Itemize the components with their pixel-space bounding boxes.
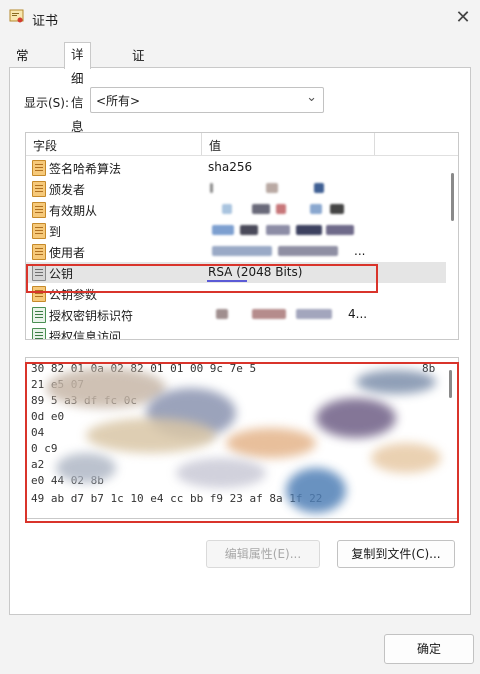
redacted-value [278,246,338,256]
list-row-authority-info-access[interactable]: 授权信息访问 [26,325,446,340]
value-underline [207,280,247,282]
chevron-down-icon: ⌄ [306,90,317,105]
show-label: 显示(S): [24,96,70,110]
list-header: 字段 值 [26,133,458,156]
extension-field-icon [32,307,46,323]
redacted-value [330,204,344,214]
list-row-valid-to[interactable]: 到 [26,220,446,241]
list-row-valid-from[interactable]: 有效期从 [26,199,446,220]
redacted-value [266,183,278,193]
row-field-name: 授权密钥标识符 [49,309,134,323]
certificate-field-icon [32,181,46,197]
field-list[interactable]: 字段 值 签名哈希算法 sha256 颁发者 有效期从 到 使用者 ... 公钥… [25,132,459,340]
certificate-field-icon [32,223,46,239]
row-field-value: 4... [348,307,368,321]
redacted-value [296,309,332,319]
list-row-signature-hash[interactable]: 签名哈希算法 sha256 [26,157,446,178]
column-header-value[interactable]: 值 [209,137,221,154]
show-dropdown-value: <所有> [96,94,141,108]
details-panel: 显示(S): <所有> ⌄ 字段 值 签名哈希算法 sha256 颁发者 有效期… [9,67,471,615]
list-row-subject[interactable]: 使用者 ... [26,241,446,262]
certificate-icon [9,9,24,23]
redacted-value [212,225,234,235]
certificate-field-icon [32,202,46,218]
close-icon[interactable]: ✕ [448,5,478,31]
extension-field-icon [32,328,46,339]
row-field-name: 到 [49,225,62,239]
row-field-name: 使用者 [49,246,86,260]
redacted-value [314,183,324,193]
edit-properties-button[interactable]: 编辑属性(E)... [206,540,320,568]
certificate-field-icon [32,160,46,176]
list-row-authority-key-id[interactable]: 授权密钥标识符 4... [26,304,446,325]
redacted-value [296,225,322,235]
row-field-name: 签名哈希算法 [49,162,122,176]
redacted-value [326,225,354,235]
hex-highlight-box [25,362,459,523]
column-header-field[interactable]: 字段 [33,137,57,154]
redacted-value [240,225,258,235]
copy-to-file-button[interactable]: 复制到文件(C)... [337,540,455,568]
redacted-value [310,204,322,214]
column-divider[interactable] [374,133,375,155]
tab-general[interactable]: 常规 [10,44,35,87]
row-field-name: 授权信息访问 [49,330,122,340]
window-title: 证书 [32,14,59,29]
ok-button[interactable]: 确定 [384,634,474,664]
tab-cert-path[interactable]: 证书路径 [126,44,151,135]
redacted-value [276,204,286,214]
row-field-value: sha256 [208,160,253,174]
redacted-value [210,183,213,193]
title-bar: 证书 ✕ [0,0,480,36]
show-dropdown[interactable]: <所有> ⌄ [90,87,324,113]
list-scrollbar[interactable] [451,173,454,221]
row-field-value: ... [354,244,366,258]
list-row-issuer[interactable]: 颁发者 [26,178,446,199]
redacted-value [252,309,286,319]
row-field-name: 有效期从 [49,204,98,218]
redacted-value [222,204,232,214]
redacted-value [252,204,270,214]
redacted-value [216,309,228,319]
tab-details[interactable]: 详细信息 [64,42,91,134]
certificate-field-icon [32,244,46,260]
row-field-name: 颁发者 [49,183,86,197]
public-key-highlight-box [26,264,378,293]
redacted-value [266,225,290,235]
redacted-value [212,246,272,256]
column-divider[interactable] [201,133,202,155]
